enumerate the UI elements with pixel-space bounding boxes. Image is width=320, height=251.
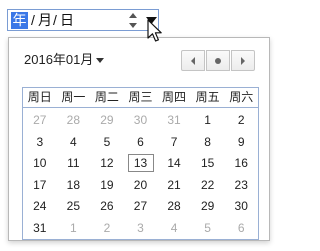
- weekday-label: 周五: [195, 90, 220, 104]
- day-cell[interactable]: 25: [57, 197, 91, 215]
- day-cell[interactable]: 2: [224, 111, 258, 129]
- day-cell[interactable]: 15: [191, 154, 225, 172]
- today-cell[interactable]: 13: [127, 154, 154, 172]
- day-cell[interactable]: 21: [157, 176, 191, 194]
- day-cell[interactable]: 2: [90, 219, 124, 237]
- day-cell[interactable]: 6: [124, 133, 158, 151]
- year-segment[interactable]: 年: [11, 12, 28, 29]
- date-separator: /: [31, 12, 35, 28]
- weekday-header: 周日 周一 周二 周三 周四 周五 周六: [23, 88, 258, 108]
- day-cell[interactable]: 7: [157, 133, 191, 151]
- day-cell[interactable]: 14: [157, 154, 191, 172]
- today-button[interactable]: [206, 50, 230, 71]
- day-cell[interactable]: 31: [157, 111, 191, 129]
- triangle-left-icon: [191, 57, 195, 65]
- month-segment[interactable]: 月: [38, 12, 52, 29]
- weekday-label: 周日: [27, 90, 52, 104]
- day-cell[interactable]: 9: [224, 133, 258, 151]
- day-cell[interactable]: 4: [157, 219, 191, 237]
- calendar-grid: 周日 周一 周二 周三 周四 周五 周六 27 28 29 30 31 1 2 3 4 5 6 7 8 9 10 11 12…: [22, 87, 259, 240]
- day-cell[interactable]: 23: [224, 176, 258, 194]
- month-year-select[interactable]: 2016年01月: [24, 52, 93, 68]
- mouse-pointer-icon: [147, 19, 163, 45]
- weekday-label: 周一: [61, 90, 86, 104]
- weekday-label: 周六: [229, 90, 254, 104]
- triangle-right-icon: [241, 57, 245, 65]
- day-cell[interactable]: 6: [224, 219, 258, 237]
- day-cell[interactable]: 29: [90, 111, 124, 129]
- day-cell[interactable]: 18: [57, 176, 91, 194]
- day-cell[interactable]: 3: [124, 219, 158, 237]
- day-cell[interactable]: 27: [124, 197, 158, 215]
- day-cell[interactable]: 8: [191, 133, 225, 151]
- day-cell[interactable]: 22: [191, 176, 225, 194]
- prev-month-button[interactable]: [181, 50, 205, 71]
- day-cell[interactable]: 5: [191, 219, 225, 237]
- day-cell[interactable]: 30: [224, 197, 258, 215]
- calendar-popup: 2016年01月 周日 周一 周二 周三 周四 周五 周六 27 28 29 30 31 1 2 3 4 5: [8, 37, 270, 241]
- day-cell[interactable]: 28: [57, 111, 91, 129]
- day-cell[interactable]: 31: [23, 219, 57, 237]
- day-cell[interactable]: 19: [90, 176, 124, 194]
- day-segment[interactable]: 日: [60, 12, 74, 29]
- date-picker-stage: 年 / 月 / 日 2016年01月 周日 周一 周二 周三 周四 周五 周六 …: [0, 0, 279, 251]
- day-cell[interactable]: 11: [57, 154, 91, 172]
- dot-icon: [215, 58, 221, 64]
- day-cell[interactable]: 12: [90, 154, 124, 172]
- day-cell[interactable]: 16: [224, 154, 258, 172]
- weekday-label: 周二: [94, 90, 119, 104]
- day-cell[interactable]: 3: [23, 133, 57, 151]
- day-cell[interactable]: 30: [124, 111, 158, 129]
- day-cell[interactable]: 5: [90, 133, 124, 151]
- day-cell[interactable]: 26: [90, 197, 124, 215]
- up-down-arrows-icon[interactable]: [127, 12, 139, 29]
- day-cell[interactable]: 17: [23, 176, 57, 194]
- date-input[interactable]: 年 / 月 / 日: [7, 9, 159, 31]
- weekday-label: 周四: [162, 90, 187, 104]
- day-cell[interactable]: 24: [23, 197, 57, 215]
- day-cell[interactable]: 1: [57, 219, 91, 237]
- weekday-label: 周三: [128, 90, 153, 104]
- day-cell[interactable]: 10: [23, 154, 57, 172]
- day-cell[interactable]: 27: [23, 111, 57, 129]
- day-cell[interactable]: 1: [191, 111, 225, 129]
- next-month-button[interactable]: [231, 50, 255, 71]
- day-cell[interactable]: 4: [57, 133, 91, 151]
- day-cell[interactable]: 28: [157, 197, 191, 215]
- day-cell[interactable]: 29: [191, 197, 225, 215]
- day-cell[interactable]: 20: [124, 176, 158, 194]
- chevron-down-icon[interactable]: [96, 58, 104, 63]
- date-separator: /: [53, 12, 57, 28]
- month-navigation: [181, 50, 256, 72]
